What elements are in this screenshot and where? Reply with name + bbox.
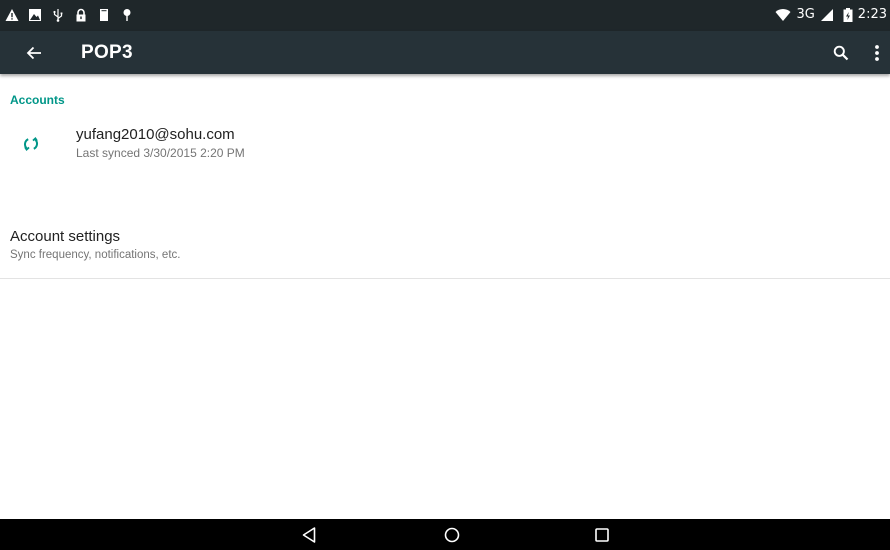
more-vert-icon [875, 45, 879, 61]
account-settings-summary: Sync frequency, notifications, etc. [10, 249, 181, 261]
settings-content: Accounts yufang2010@sohu.com Last synced… [0, 74, 890, 519]
page-title: POP3 [81, 42, 133, 63]
action-bar: POP3 [0, 31, 890, 74]
wifi-icon [775, 8, 791, 22]
home-nav-icon [444, 527, 460, 543]
overflow-menu-button[interactable] [868, 40, 886, 66]
account-settings-item[interactable]: Account settings Sync frequency, notific… [0, 219, 890, 279]
network-type-label: 3G [796, 7, 815, 22]
image-notification-icon [28, 8, 42, 22]
search-icon [833, 45, 849, 61]
back-arrow-icon [26, 46, 41, 60]
battery-icon [843, 8, 853, 22]
status-bar-system: 3G 2:23 [775, 7, 887, 23]
accounts-section-header: Accounts [10, 93, 65, 107]
warning-icon [5, 8, 19, 22]
usb-icon [51, 8, 65, 22]
account-list-item[interactable]: yufang2010@sohu.com Last synced 3/30/201… [0, 118, 890, 178]
account-settings-title: Account settings [10, 228, 121, 245]
signal-icon [820, 8, 834, 22]
status-bar: 3G 2:23 [0, 0, 890, 31]
account-last-synced: Last synced 3/30/2015 2:20 PM [76, 146, 245, 160]
sd-card-icon [97, 8, 111, 22]
status-bar-notifications [5, 7, 134, 23]
back-button[interactable] [20, 39, 48, 67]
nav-recents-button[interactable] [591, 524, 613, 546]
sync-icon [22, 135, 40, 153]
navigation-bar [0, 519, 890, 550]
nav-home-button[interactable] [441, 524, 463, 546]
back-nav-icon [302, 527, 316, 543]
account-email: yufang2010@sohu.com [76, 126, 235, 143]
recents-nav-icon [595, 528, 609, 542]
search-button[interactable] [828, 40, 854, 66]
nav-back-button[interactable] [298, 524, 320, 546]
clock: 2:23 [857, 7, 887, 22]
location-pin-icon [120, 8, 134, 22]
lock-icon [74, 8, 88, 22]
